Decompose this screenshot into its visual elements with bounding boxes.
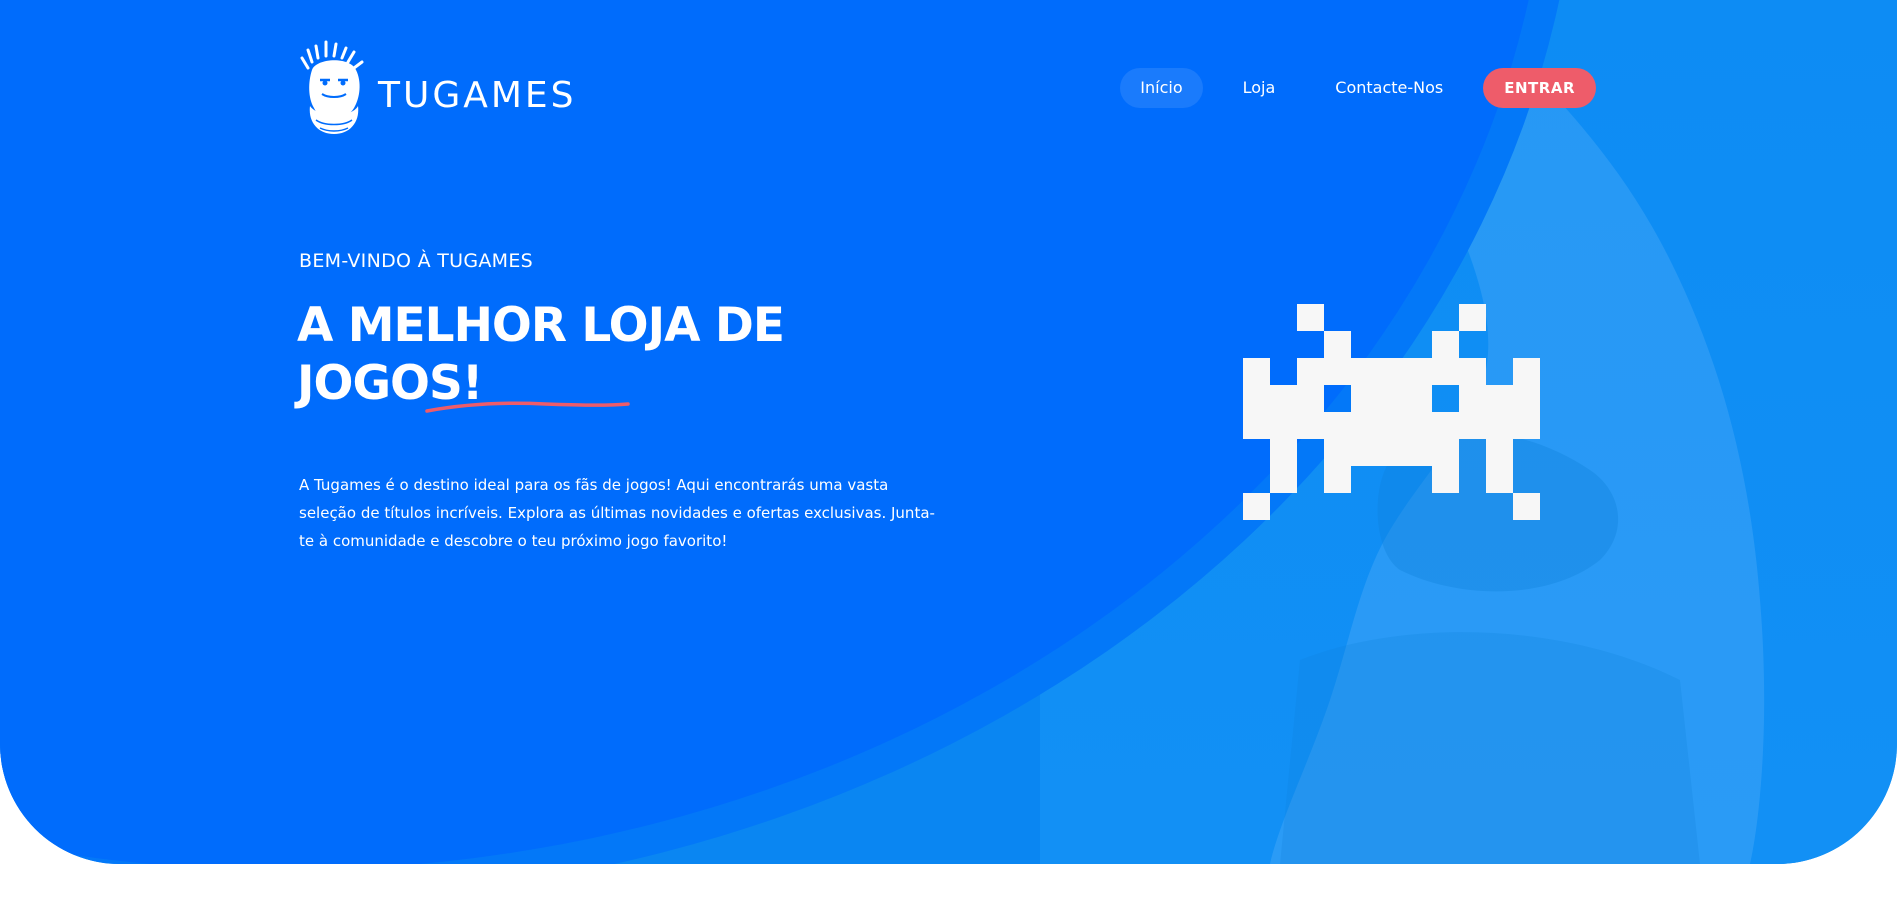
logo[interactable]: TUGAMES	[298, 36, 577, 136]
headline-underline-decoration	[425, 401, 630, 413]
entrar-button[interactable]: ENTRAR	[1483, 68, 1596, 108]
hero-headline-line-1: A MELHOR LOJA DE	[297, 298, 785, 353]
page: TUGAMES Início Loja Contacte-Nos ENTRAR …	[0, 0, 1897, 912]
bearded-face-logo-icon	[300, 40, 364, 134]
main-nav: Início Loja Contacte-Nos ENTRAR	[1120, 68, 1596, 108]
hero-kicker: BEM-VINDO À TUGAMES	[299, 250, 534, 272]
hero-headline: A MELHOR LOJA DE JOGOS!	[297, 297, 857, 413]
hero-description: A Tugames é o destino ideal para os fãs …	[299, 476, 935, 550]
nav-item-inicio[interactable]: Início	[1120, 68, 1203, 108]
nav-item-loja[interactable]: Loja	[1223, 68, 1296, 108]
hero-section: TUGAMES Início Loja Contacte-Nos ENTRAR …	[0, 0, 1897, 864]
brand-name: TUGAMES	[378, 74, 577, 116]
nav-item-contacte-nos[interactable]: Contacte-Nos	[1315, 68, 1463, 108]
space-invader-icon	[1243, 304, 1540, 520]
